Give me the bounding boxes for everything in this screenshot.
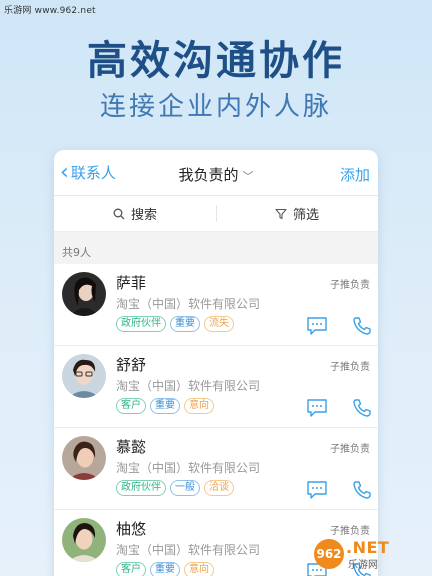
tag: 重要 [150,398,180,414]
filter-label: 筛选 [292,208,319,223]
tag-list: 政府伙伴 一般 洽谈 [116,480,234,496]
contact-count: 共9人 [54,232,378,264]
message-icon[interactable] [306,480,328,500]
tag: 洽谈 [204,480,234,496]
phone-screen: ‹ 联系人 我负责的 ﹀ 添加 搜索 筛选 共9人 萨菲 子推负责 淘宝（中国）… [54,150,378,576]
company-name: 淘宝（中国）软件有限公司 [116,297,261,311]
owner-label: 子推负责 [330,280,370,291]
tag: 意向 [184,562,214,576]
contact-list: 萨菲 子推负责 淘宝（中国）软件有限公司 政府伙伴 重要 流失 舒舒 子推负责 … [54,264,378,576]
tag: 政府伙伴 [116,316,166,332]
page-title: 我负责的 [178,166,239,184]
list-item[interactable]: 慕懿 子推负责 淘宝（中国）软件有限公司 政府伙伴 一般 洽谈 [54,428,378,510]
chevron-down-icon: ﹀ [242,170,254,183]
tag-list: 政府伙伴 重要 流失 [116,316,234,332]
owner-label: 子推负责 [330,362,370,373]
message-icon[interactable] [306,316,328,336]
tag: 客户 [116,398,146,414]
avatar [62,354,106,398]
avatar [62,436,106,480]
phone-icon[interactable] [352,316,372,336]
tag: 一般 [170,480,200,496]
owner-label: 子推负责 [330,444,370,455]
contact-name: 萨菲 [116,274,147,292]
search-icon [113,208,125,219]
avatar [62,518,106,562]
contact-name: 舒舒 [116,356,147,374]
tag: 重要 [150,562,180,576]
phone-icon[interactable] [352,398,372,418]
tag: 重要 [170,316,200,332]
list-item[interactable]: 舒舒 子推负责 淘宝（中国）软件有限公司 客户 重要 意向 [54,346,378,428]
watermark-brand: .NET [346,538,390,557]
tag-list: 客户 重要 意向 [116,398,214,414]
list-item[interactable]: 萨菲 子推负责 淘宝（中国）软件有限公司 政府伙伴 重要 流失 [54,264,378,346]
filter-button[interactable]: 筛选 [216,196,378,231]
tag: 政府伙伴 [116,480,166,496]
filter-icon [275,208,287,219]
contact-name: 慕懿 [116,438,147,456]
headline: 高效沟通协作 [87,38,345,84]
phone-icon[interactable] [352,480,372,500]
owner-label: 子推负责 [330,526,370,537]
search-button[interactable]: 搜索 [54,196,216,231]
watermark-text: 乐游网 www.962.net [4,6,96,16]
tag: 客户 [116,562,146,576]
company-name: 淘宝（中国）软件有限公司 [116,461,261,475]
contact-name: 柚悠 [116,520,147,538]
company-name: 淘宝（中国）软件有限公司 [116,543,261,557]
watermark-number: 962 [314,539,344,569]
tag: 意向 [184,398,214,414]
tag-list: 客户 重要 意向 [116,562,214,576]
company-name: 淘宝（中国）软件有限公司 [116,379,261,393]
search-label: 搜索 [130,208,157,223]
tag: 流失 [204,316,234,332]
navigation-bar: ‹ 联系人 我负责的 ﹀ 添加 [54,150,378,196]
page-title-dropdown[interactable]: 我负责的 ﹀ [54,164,378,185]
watermark-logo: 962 .NET 乐游网 [314,536,426,572]
message-icon[interactable] [306,398,328,418]
subheadline: 连接企业内外人脉 [99,92,332,122]
watermark-brand-sub: 乐游网 [348,560,378,571]
add-button[interactable]: 添加 [340,164,370,185]
toolbar: 搜索 筛选 [54,196,378,232]
avatar [62,272,106,316]
